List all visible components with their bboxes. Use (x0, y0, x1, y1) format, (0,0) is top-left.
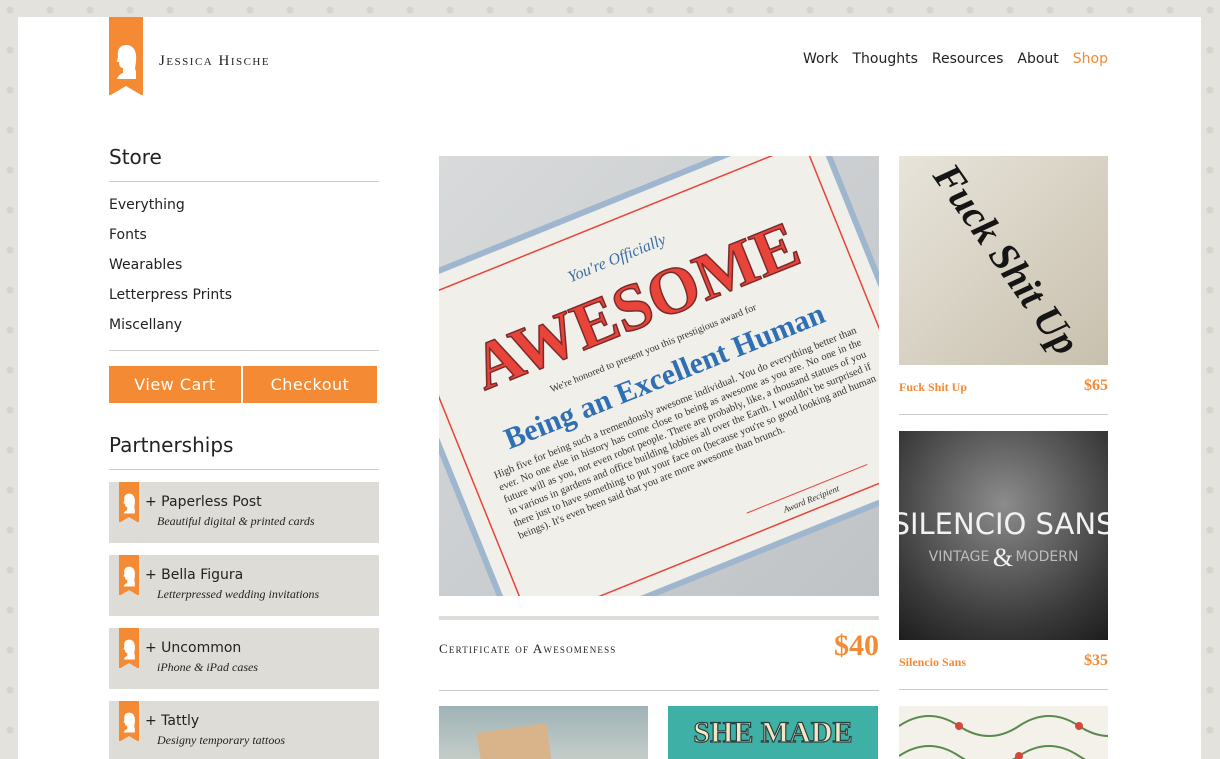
product-rule (899, 414, 1108, 415)
partner-paperless-post[interactable]: + Paperless Post Beautiful digital & pri… (109, 482, 379, 543)
thumb-artwork: SHE MADE (693, 715, 853, 749)
featured-product-image[interactable]: You're Officially AWESOME We're honored … (439, 156, 879, 596)
page: Jessica Hische Work Thoughts Resources A… (18, 17, 1201, 759)
store-item-miscellany[interactable]: Miscellany (109, 310, 379, 340)
profile-silhouette-icon (116, 45, 137, 79)
thumb-artwork (476, 723, 552, 759)
partner-name: + Bella Figura (145, 567, 244, 583)
product-price: $35 (1084, 652, 1108, 669)
certificate-artwork: You're Officially AWESOME We're honored … (439, 156, 879, 596)
featured-rule (439, 690, 879, 691)
profile-silhouette-icon (123, 712, 135, 733)
partner-ribbon-icon (119, 701, 139, 742)
product-name[interactable]: Fuck Shit Up (899, 380, 967, 395)
profile-silhouette-icon (123, 493, 135, 514)
product-thumb[interactable] (439, 706, 648, 759)
store-item-fonts[interactable]: Fonts (109, 220, 379, 250)
nav-resources[interactable]: Resources (932, 51, 1004, 67)
view-cart-button[interactable]: View Cart (109, 366, 241, 403)
nav-about[interactable]: About (1017, 51, 1058, 67)
nav-shop[interactable]: Shop (1073, 51, 1108, 67)
featured-product-title[interactable]: Certificate of Awesomeness (439, 641, 617, 657)
featured-divider (439, 616, 879, 620)
partner-description: iPhone & iPad cases (157, 660, 258, 674)
product-name[interactable]: Silencio Sans (899, 655, 966, 670)
partner-description: Letterpressed wedding invitations (157, 587, 320, 601)
product-thumb[interactable] (899, 706, 1108, 759)
product-image-silencio-sans[interactable]: SILENCIO SANS VINTAGE & MODERN (899, 431, 1108, 640)
store-item-letterpress-prints[interactable]: Letterpress Prints (109, 280, 379, 310)
partner-ribbon-icon (119, 482, 139, 523)
partner-bella-figura[interactable]: + Bella Figura Letterpressed wedding inv… (109, 555, 379, 616)
store-item-wearables[interactable]: Wearables (109, 250, 379, 280)
partner-name: + Uncommon (145, 640, 242, 656)
main-nav: Work Thoughts Resources About Shop (803, 51, 1108, 67)
profile-silhouette-icon (123, 639, 135, 660)
partner-ribbon-icon (119, 555, 139, 596)
product-price: $65 (1084, 377, 1108, 394)
checkout-button[interactable]: Checkout (243, 366, 377, 403)
thumb-artwork (899, 715, 1108, 759)
product-art-title: SILENCIO SANS (899, 507, 1108, 541)
store-heading: Store (109, 145, 379, 182)
partnerships-heading: Partnerships (109, 433, 379, 470)
nav-thoughts[interactable]: Thoughts (852, 51, 917, 67)
product-art-sub-right: MODERN (1016, 549, 1079, 565)
nav-work[interactable]: Work (803, 51, 838, 67)
sidebar: Store Everything Fonts Wearables Letterp… (109, 145, 379, 759)
partner-uncommon[interactable]: + Uncommon iPhone & iPad cases (109, 628, 379, 689)
partner-ribbon-icon (119, 628, 139, 669)
partner-description: Beautiful digital & printed cards (157, 514, 315, 528)
store-item-everything[interactable]: Everything (109, 190, 379, 220)
thumb-art-text: SHE MADE (693, 716, 852, 749)
product-art-ampersand: & (993, 543, 1013, 572)
partner-description: Designy temporary tattoos (157, 733, 285, 747)
product-image-fuck-shit-up[interactable]: Fuck Shit Up (899, 156, 1108, 365)
logo-ribbon[interactable] (109, 17, 143, 96)
partner-name: + Paperless Post (145, 494, 262, 510)
profile-silhouette-icon (123, 566, 135, 587)
lettering-artwork: Fuck Shit Up (924, 156, 1089, 363)
cart-buttons: View Cart Checkout (109, 366, 379, 403)
silencio-sans-artwork: SILENCIO SANS VINTAGE & MODERN (899, 507, 1108, 572)
store-category-list: Everything Fonts Wearables Letterpress P… (109, 182, 379, 351)
site-brand[interactable]: Jessica Hische (159, 53, 270, 70)
product-rule (899, 689, 1108, 690)
partner-name: + Tattly (145, 713, 200, 729)
featured-product-price: $40 (834, 629, 879, 662)
product-art-sub-left: VINTAGE (929, 549, 990, 565)
product-art-text: Fuck Shit Up (924, 156, 1089, 363)
product-thumb[interactable]: SHE MADE (668, 706, 878, 759)
partner-tattly[interactable]: + Tattly Designy temporary tattoos (109, 701, 379, 759)
